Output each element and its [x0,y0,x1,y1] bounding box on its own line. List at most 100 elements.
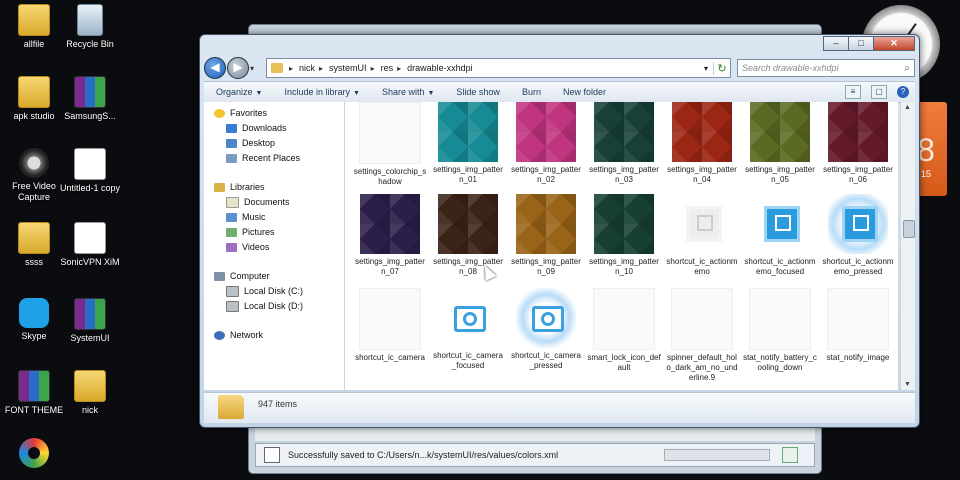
file-item[interactable]: settings_colorchip_shadow [353,102,427,187]
minimize-button[interactable]: – [823,36,849,51]
file-item[interactable]: settings_img_pattern_05 [743,102,817,185]
file-item[interactable]: settings_img_pattern_02 [509,102,583,185]
status-icon[interactable] [264,447,280,463]
nav-desktop[interactable]: Desktop [204,136,344,151]
drive-icon [226,301,239,313]
back-button[interactable]: ◀ [204,57,226,79]
breadcrumb-res[interactable]: res [381,63,394,73]
downloads-icon [226,124,237,134]
file-item[interactable]: shortcut_ic_camera [353,288,427,363]
explorer-window: – □ ✕ ◀ ▶ ▾ ▸ nick ▸ systemUI ▸ res ▸ dr… [199,34,920,428]
file-item[interactable]: settings_img_pattern_09 [509,194,583,277]
nav-downloads[interactable]: Downloads [204,121,344,136]
scrollbar-thumb[interactable] [903,220,915,238]
breadcrumb-systemui[interactable]: systemUI [329,63,367,73]
preview-pane-icon[interactable]: ▢ [871,85,887,99]
thumbnail-image [438,102,498,162]
nav-pictures[interactable]: Pictures [204,225,344,240]
documents-icon [226,197,239,209]
forward-button[interactable]: ▶ [227,57,249,79]
address-dropdown-icon[interactable]: ▾ [699,64,713,73]
refresh-icon[interactable]: ↻ [713,61,730,75]
desktop-icon-samsungs[interactable]: SamsungS... [58,76,122,122]
new-folder-button[interactable]: New folder [563,87,606,97]
help-icon[interactable]: ? [897,86,909,98]
nav-libraries[interactable]: Libraries [204,180,344,195]
nav-recent-places[interactable]: Recent Places [204,151,344,166]
file-item[interactable]: settings_img_pattern_06 [821,102,895,185]
thumbnail-image [672,102,732,162]
scroll-up-icon[interactable]: ▲ [904,104,911,111]
rar-icon [74,298,106,330]
file-item[interactable]: smart_lock_icon_default [587,288,661,373]
progress-bar [664,449,770,461]
file-item[interactable]: spinner_default_holo_dark_am_no_underlin… [665,288,739,383]
file-item[interactable]: shortcut_ic_actionmemo [665,194,739,277]
organize-button[interactable]: Organize ▼ [216,87,262,97]
breadcrumb-nick[interactable]: nick [299,63,315,73]
file-item[interactable]: settings_img_pattern_01 [431,102,505,185]
file-name: shortcut_ic_actionmemo [666,257,738,276]
desktop-icon-app[interactable] [2,438,66,471]
search-input[interactable]: Search drawable-xxhdpi ⌕ [737,59,915,77]
file-item[interactable]: settings_img_pattern_08 [431,194,505,277]
file-item[interactable]: stat_notify_image [821,288,895,363]
desktop-icon-sonicvpn-xim[interactable]: SonicVPN XiM [58,222,122,268]
desktop-icon [226,139,237,149]
thumbnail-image [750,194,810,254]
maximize-button[interactable]: □ [848,36,874,51]
file-item[interactable]: shortcut_ic_actionmemo_pressed [821,194,895,277]
scroll-down-icon[interactable]: ▼ [904,381,911,388]
file-item[interactable]: shortcut_ic_camera_pressed [509,288,583,371]
thumbnail-image [438,194,498,254]
close-button[interactable]: ✕ [873,36,915,51]
desktop-icon-untitled-1-copy[interactable]: Untitled-1 copy [58,148,122,194]
nav-local-disk-d[interactable]: Local Disk (D:) [204,299,344,314]
desktop-icon-skype[interactable]: Skype [2,298,66,342]
address-bar[interactable]: ▸ nick ▸ systemUI ▸ res ▸ drawable-xxhdp… [266,58,731,78]
desktop-icon-recycle-bin[interactable]: Recycle Bin [58,4,122,50]
nav-music[interactable]: Music [204,210,344,225]
burn-button[interactable]: Burn [522,87,541,97]
nav-local-disk-c[interactable]: Local Disk (C:) [204,284,344,299]
desktop-icon-font-theme[interactable]: FONT THEME [2,370,66,416]
file-item[interactable]: stat_notify_battery_cooling_down [743,288,817,373]
nav-videos[interactable]: Videos [204,240,344,255]
history-dropdown-icon[interactable]: ▾ [250,64,260,73]
desktop-icon-nick[interactable]: nick [58,370,122,416]
desktop-icon-apk-studio[interactable]: apk studio [2,76,66,122]
desktop-icon-systemui[interactable]: SystemUI [58,298,122,344]
desktop-icon-free-video-capture[interactable]: Free Video Capture [2,148,66,203]
file-item[interactable]: settings_img_pattern_07 [353,194,427,277]
folder-icon [18,222,50,254]
slide-show-button[interactable]: Slide show [456,87,500,97]
desktop-icon-ssss[interactable]: ssss [2,222,66,268]
desktop-icon-allfile[interactable]: allfile [2,4,66,50]
details-pane: 947 items [204,392,915,423]
nav-network[interactable]: Network [204,328,344,343]
search-icon[interactable]: ⌕ [904,63,910,74]
file-name: smart_lock_icon_default [587,353,661,372]
doc-icon [74,148,106,180]
file-item[interactable]: settings_img_pattern_03 [587,102,661,185]
share-with-button[interactable]: Share with ▼ [382,87,434,97]
breadcrumb-drawable[interactable]: drawable-xxhdpi [407,63,473,73]
share-icon[interactable] [782,447,798,463]
video-icon [19,148,49,178]
file-name: settings_colorchip_shadow [353,167,427,186]
view-options-icon[interactable]: ≡ [845,85,861,99]
videos-icon [226,243,237,253]
vertical-scrollbar[interactable]: ▲ ▼ [900,102,915,390]
file-item[interactable]: settings_img_pattern_04 [665,102,739,185]
nav-documents[interactable]: Documents [204,195,344,210]
command-bar: Organize ▼ Include in library ▼ Share with… [204,81,915,103]
file-item[interactable]: settings_img_pattern_10 [587,194,661,277]
thumbnail-image [671,288,733,350]
file-name: spinner_default_holo_dark_am_no_underlin… [666,353,738,382]
file-item[interactable]: shortcut_ic_actionmemo_focused [743,194,817,277]
file-name: settings_img_pattern_03 [589,165,659,184]
nav-favorites[interactable]: Favorites [204,106,344,121]
include-in-library-button[interactable]: Include in library ▼ [284,87,359,97]
nav-computer[interactable]: Computer [204,269,344,284]
file-item[interactable]: shortcut_ic_camera_focused [431,288,505,371]
